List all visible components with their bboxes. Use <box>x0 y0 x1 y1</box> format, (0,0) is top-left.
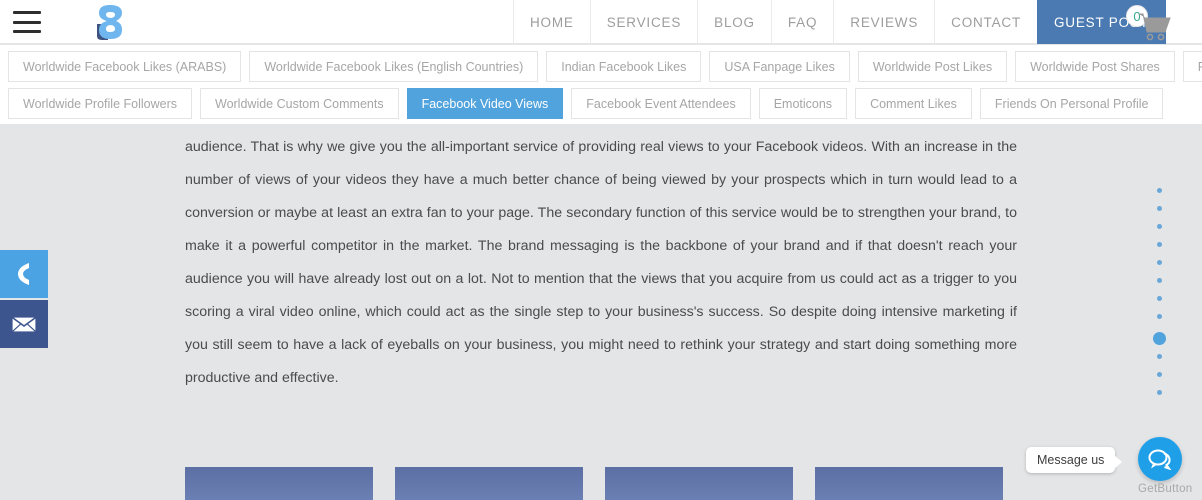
dot-nav-item-5[interactable] <box>1157 260 1162 265</box>
dot-nav-item-2[interactable] <box>1157 206 1162 211</box>
content-column: videos act the easiest and the most effe… <box>165 124 1037 500</box>
email-button[interactable] <box>0 300 48 348</box>
tab-indian-facebook-likes[interactable]: Indian Facebook Likes <box>546 51 701 82</box>
shopping-cart-icon <box>1137 8 1177 42</box>
tab-friends-on-personal-profile[interactable]: Friends On Personal Profile <box>980 88 1164 119</box>
getbutton-brand-label: GetButton <box>1138 483 1192 495</box>
phone-icon <box>13 261 35 287</box>
nav-item-contact[interactable]: CONTACT <box>934 0 1037 44</box>
dot-nav-item-11[interactable] <box>1157 372 1162 377</box>
main-navigation: HOME SERVICES BLOG FAQ REVIEWS CONTACT G… <box>513 0 1166 44</box>
hamburger-menu-icon[interactable] <box>13 11 41 33</box>
dot-nav-item-10[interactable] <box>1157 354 1162 359</box>
logo-svg <box>88 2 132 42</box>
description-clipped-first-line: videos act the easiest and the most effe… <box>185 124 1017 131</box>
phone-button[interactable] <box>0 250 48 298</box>
chat-bubbles-icon <box>1147 448 1173 470</box>
floating-contact-buttons <box>0 250 48 348</box>
tab-comment-likes[interactable]: Comment Likes <box>855 88 972 119</box>
nav-item-services[interactable]: SERVICES <box>590 0 697 44</box>
package-card-list: 1000 FACEBOOK VIDEO VIEWS ₹153 2000 FACE… <box>185 467 1017 500</box>
category-tab-row-2: Worldwide Profile Followers Worldwide Cu… <box>0 82 1202 119</box>
package-card-10000[interactable]: 10000 FACEBOOK VIDEO VIEWS ₹1145 <box>815 467 1003 500</box>
tab-worldwide-facebook-likes-english[interactable]: Worldwide Facebook Likes (English Countr… <box>249 51 538 82</box>
tab-usa-fanpage-likes[interactable]: USA Fanpage Likes <box>709 51 850 82</box>
package-title: 2000 FACEBOOK VIDEO VIEWS <box>395 491 583 500</box>
dot-nav-item-12[interactable] <box>1157 390 1162 395</box>
hamburger-bar <box>13 11 41 14</box>
envelope-icon <box>11 314 37 334</box>
hamburger-bar <box>13 30 41 33</box>
category-tab-row-1: Worldwide Facebook Likes (ARABS) Worldwi… <box>0 45 1202 82</box>
chat-message-bubble[interactable]: Message us <box>1026 447 1115 473</box>
tab-fanpage-5-star-ratings[interactable]: Fanpage 5-Star Ratings <box>1183 51 1202 82</box>
description-text: audience. That is why we give you the al… <box>185 139 1017 386</box>
hamburger-bar <box>13 21 41 24</box>
site-header: HOME SERVICES BLOG FAQ REVIEWS CONTACT G… <box>0 0 1202 44</box>
tab-emoticons[interactable]: Emoticons <box>759 88 847 119</box>
package-title: 5000 FACEBOOK VIDEO VIEWS <box>605 491 793 500</box>
dot-nav-item-6[interactable] <box>1157 278 1162 283</box>
tab-worldwide-facebook-likes-arabs[interactable]: Worldwide Facebook Likes (ARABS) <box>8 51 241 82</box>
nav-item-faq[interactable]: FAQ <box>771 0 833 44</box>
package-title: 1000 FACEBOOK VIDEO VIEWS <box>185 491 373 500</box>
nav-item-blog[interactable]: BLOG <box>697 0 771 44</box>
package-card-2000[interactable]: 2000 FACEBOOK VIDEO VIEWS ₹305 <box>395 467 583 500</box>
tab-facebook-event-attendees[interactable]: Facebook Event Attendees <box>571 88 750 119</box>
dot-nav-item-7[interactable] <box>1157 296 1162 301</box>
shopping-cart-button[interactable]: 0 <box>1121 4 1177 42</box>
dot-nav-item-8[interactable] <box>1157 314 1162 319</box>
package-title: 10000 FACEBOOK VIDEO VIEWS <box>815 491 1003 500</box>
tab-facebook-video-views[interactable]: Facebook Video Views <box>407 88 564 119</box>
nav-item-reviews[interactable]: REVIEWS <box>833 0 934 44</box>
dot-nav-item-3[interactable] <box>1157 224 1162 229</box>
nav-item-home[interactable]: HOME <box>513 0 590 44</box>
tab-worldwide-profile-followers[interactable]: Worldwide Profile Followers <box>8 88 192 119</box>
section-dot-navigation <box>1150 188 1168 408</box>
package-card-5000[interactable]: 5000 FACEBOOK VIDEO VIEWS ₹611 <box>605 467 793 500</box>
tab-worldwide-custom-comments[interactable]: Worldwide Custom Comments <box>200 88 399 119</box>
chat-open-button[interactable] <box>1138 437 1182 481</box>
tab-worldwide-post-likes[interactable]: Worldwide Post Likes <box>858 51 1007 82</box>
tab-worldwide-post-shares[interactable]: Worldwide Post Shares <box>1015 51 1175 82</box>
dot-nav-item-9-active[interactable] <box>1153 332 1166 345</box>
brand-logo-icon[interactable] <box>88 2 132 42</box>
service-description: videos act the easiest and the most effe… <box>165 124 1037 395</box>
content-area: videos act the easiest and the most effe… <box>0 124 1202 500</box>
dot-nav-item-4[interactable] <box>1157 242 1162 247</box>
package-card-1000[interactable]: 1000 FACEBOOK VIDEO VIEWS ₹153 <box>185 467 373 500</box>
dot-nav-item-1[interactable] <box>1157 188 1162 193</box>
category-tabs: Worldwide Facebook Likes (ARABS) Worldwi… <box>0 45 1202 124</box>
